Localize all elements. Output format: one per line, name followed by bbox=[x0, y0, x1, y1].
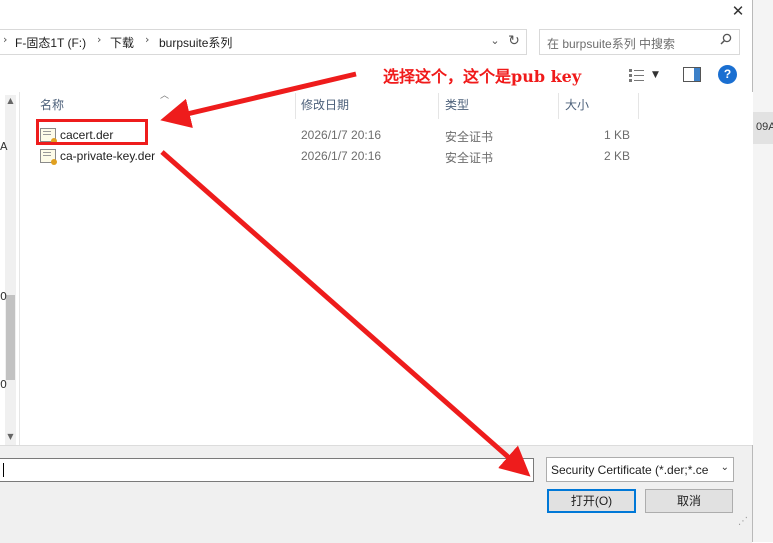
arrow-to-cacert bbox=[160, 71, 357, 128]
annotation-arrows bbox=[160, 71, 531, 477]
arrow-to-open-button bbox=[160, 150, 531, 477]
